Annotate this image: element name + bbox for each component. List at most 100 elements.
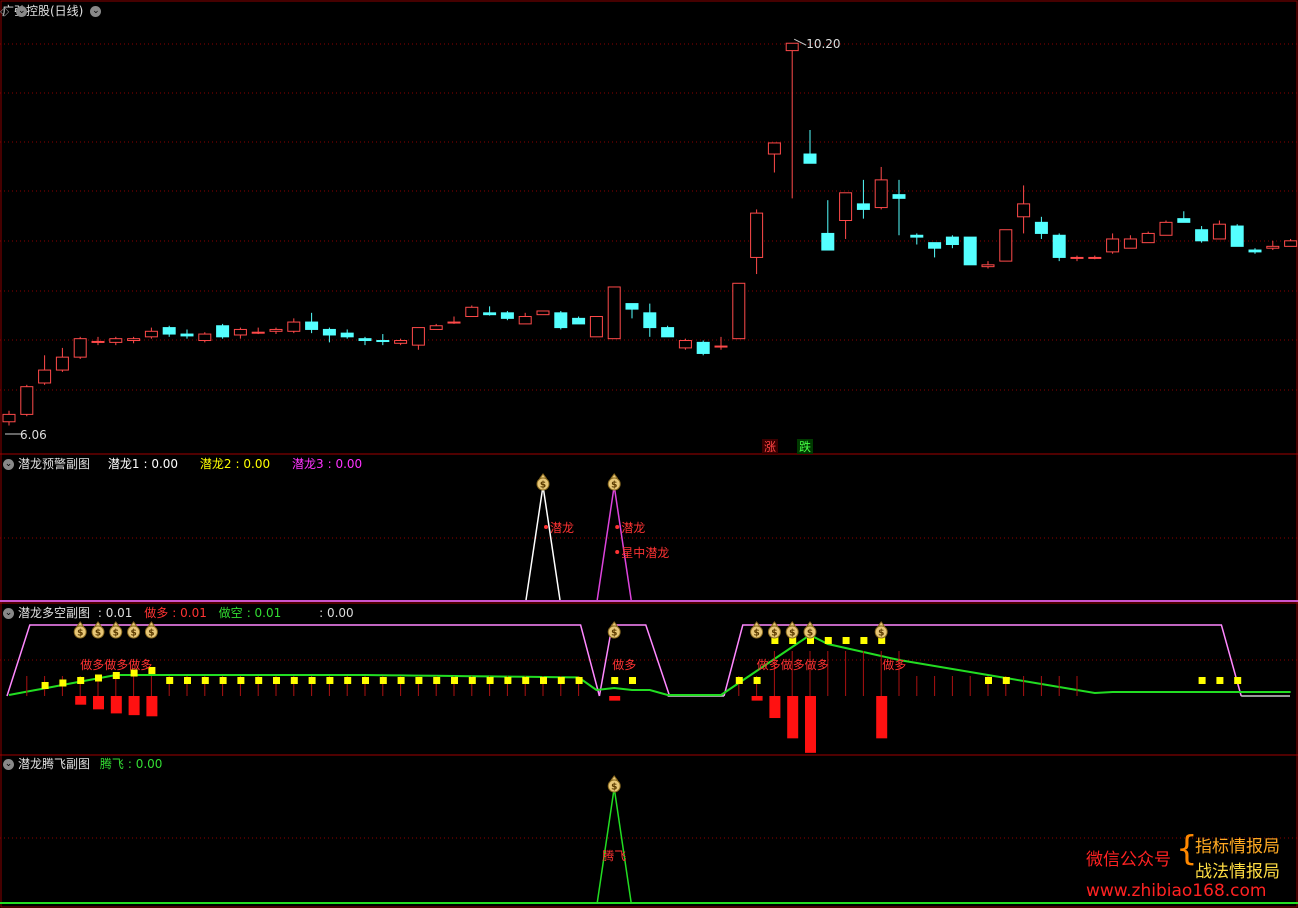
candle-body (1230, 225, 1244, 247)
moneybag-icon: $ (607, 775, 621, 793)
candle-body (572, 317, 586, 325)
moneybag-neck (770, 621, 779, 627)
moneybag-neck (752, 621, 761, 627)
panel3-header: ⌄ 潜龙腾飞副图 腾飞: 0.00 (0, 756, 170, 772)
zuoduo-bar (609, 696, 621, 701)
candle-body (20, 386, 34, 415)
zuoduo-bar (146, 696, 158, 717)
yellow-marker (237, 677, 245, 684)
moneybag-neck (539, 473, 547, 479)
candle-body (287, 321, 301, 332)
candle-body (625, 303, 639, 310)
panel2-series: $ $ $ $ $ $ $ $ $ $ $ (6, 621, 1291, 753)
moneybag-sign: $ (878, 629, 884, 639)
candle-body (1212, 223, 1226, 240)
moneybag-neck (94, 621, 102, 627)
zuoduo-bar (128, 696, 140, 716)
qianlong1-peak (525, 485, 561, 601)
legend-qianlong2: 潜龙2: 0.00 (199, 457, 271, 471)
chevron-down-icon[interactable]: ⌄ (16, 6, 28, 17)
zuoduo-bar (110, 696, 122, 714)
chevron-down-icon[interactable]: ⌄ (3, 608, 14, 619)
moneybag-sign: $ (771, 629, 777, 639)
dot (544, 525, 548, 529)
watermark-url: www.zhibiao168.com (1086, 881, 1267, 901)
panel1-label: 潜龙 (550, 521, 574, 535)
candle-body (340, 332, 354, 338)
moneybag-neck (788, 621, 797, 627)
candle-body (55, 356, 69, 371)
panel2-header: ⌄ 潜龙多空副图 : 0.01 做多: 0.01 做空: 0.01 : 0.00 (0, 605, 362, 621)
candle-body (162, 327, 176, 335)
candle-body (233, 328, 247, 336)
candle-body (2, 413, 16, 423)
candle-body (714, 345, 728, 348)
panel2-first-value: 0.01 (105, 606, 133, 620)
yellow-marker (344, 677, 352, 684)
candle-body (554, 312, 568, 329)
yellow-marker (611, 677, 619, 684)
moneybag-neck (610, 621, 619, 627)
panel2-label: 做多 (612, 657, 636, 672)
yellow-marker (486, 677, 494, 684)
candle-body (821, 232, 835, 251)
moneybag-neck (129, 621, 138, 627)
legend-zuoduo: 做多: 0.01 (144, 606, 207, 620)
candle-body (1141, 232, 1155, 244)
candle-body (1177, 218, 1191, 223)
yellow-marker (255, 677, 263, 684)
candle-body (518, 316, 532, 325)
gridlines (0, 0, 1298, 908)
yellow-marker (433, 677, 441, 684)
candle-body (198, 333, 212, 342)
candle-body (892, 194, 906, 199)
moneybag-sign: $ (789, 629, 795, 639)
candle-body (963, 236, 977, 266)
zuoduo-bar (787, 696, 799, 739)
moneybag-sign: $ (611, 629, 617, 639)
yellow-marker (95, 674, 102, 682)
panel1-header: ⌄ 潜龙预警副图 潜龙1: 0.00 潜龙2: 0.00 潜龙3: 0.00 (0, 456, 370, 472)
chevron-down-icon[interactable]: ⌄ (3, 459, 14, 470)
candle-body (696, 341, 710, 354)
moneybag-sign: $ (611, 783, 617, 793)
diamond-icon[interactable]: ◇ (0, 4, 9, 18)
moneybag-neck (806, 621, 814, 627)
yellow-marker (415, 677, 423, 684)
candle-body (785, 42, 799, 52)
high-label: 10.20 (806, 37, 840, 51)
moneybag-sign: $ (807, 629, 813, 639)
moneybag-sign: $ (130, 629, 136, 639)
moneybag-icon: $ (607, 473, 621, 491)
yellow-marker (166, 677, 174, 684)
candle-body (1070, 256, 1084, 259)
moneybag-sign: $ (113, 629, 119, 639)
yellow-marker (290, 677, 298, 684)
candle-body (322, 328, 336, 336)
candle-body (945, 236, 959, 246)
candle-body (376, 340, 390, 343)
candle-body (589, 316, 603, 338)
legend-unnamed: : 0.00 (319, 606, 354, 620)
legend-qianlong3: 潜龙3: 0.00 (291, 457, 363, 471)
candle-body (394, 340, 408, 344)
yellow-marker (522, 677, 530, 684)
dot (615, 550, 620, 554)
panel2-label: 做多做多做多 (757, 657, 829, 672)
zuokong-line (8, 633, 1291, 696)
yellow-marker (629, 677, 636, 684)
candle-body (180, 333, 194, 337)
main-corner-controls: ◇ ⌄ (0, 3, 1288, 19)
candle-body (1284, 240, 1298, 247)
candle-body (732, 282, 746, 340)
candle-body (1034, 221, 1048, 234)
candle-body (38, 369, 52, 384)
moneybag-neck (147, 621, 156, 627)
chevron-down-icon[interactable]: ⌄ (3, 759, 14, 770)
candle-body (465, 306, 479, 318)
low-label: 6.06 (20, 428, 47, 442)
panel1-label: 潜龙 (621, 521, 645, 535)
moneybag-sign: $ (753, 629, 759, 639)
moneybag-neck (76, 621, 85, 627)
candle-body (483, 312, 497, 316)
